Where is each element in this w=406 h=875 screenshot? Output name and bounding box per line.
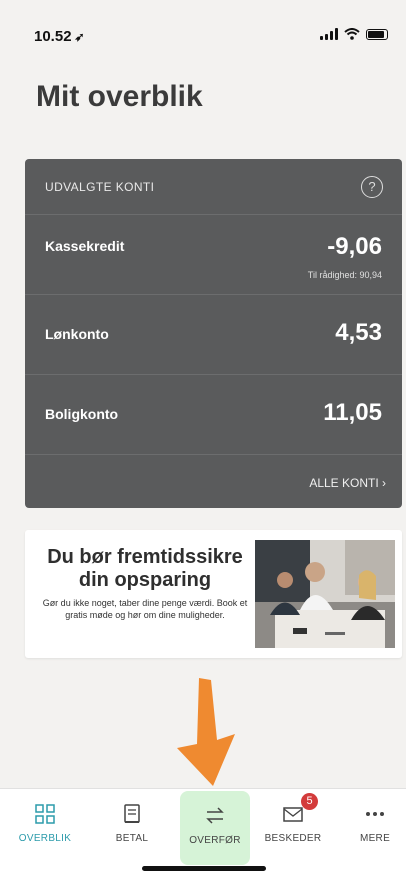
tab-betal[interactable]: BETAL xyxy=(97,789,167,859)
tab-overfor[interactable]: OVERFØR xyxy=(180,791,250,865)
account-available: Til rådighed: 90,94 xyxy=(307,270,382,280)
unread-badge: 5 xyxy=(301,793,318,810)
receipt-icon xyxy=(124,804,140,823)
status-icons xyxy=(320,28,388,40)
promo-banner[interactable]: Du bør fremtidssikre din opsparing Gør d… xyxy=(25,530,402,658)
status-bar: 10.52 ➶ xyxy=(0,0,406,60)
envelope-icon xyxy=(283,807,303,822)
account-row-lonkonto[interactable]: Lønkonto 4,53 xyxy=(25,295,402,375)
promo-photo xyxy=(255,540,395,648)
home-indicator[interactable] xyxy=(142,866,266,871)
wifi-icon xyxy=(344,28,360,40)
account-amount: -9,06 xyxy=(327,233,382,260)
tab-label: OVERBLIK xyxy=(18,833,72,844)
accounts-card: UDVALGTE KONTI ? Kassekredit -9,06 Til r… xyxy=(25,159,402,508)
account-name: Lønkonto xyxy=(45,326,109,342)
tab-overblik[interactable]: OVERBLIK xyxy=(10,789,80,859)
tab-beskeder[interactable]: 5 BESKEDER xyxy=(258,789,328,859)
account-name: Kassekredit xyxy=(45,238,125,254)
promo-title: Du bør fremtidssikre din opsparing xyxy=(47,546,243,591)
pointer-arrow xyxy=(177,678,235,786)
location-icon: ➶ xyxy=(74,30,85,44)
page-title: Mit overblik xyxy=(36,80,203,113)
accounts-card-header: UDVALGTE KONTI ? xyxy=(25,159,402,215)
more-icon xyxy=(366,812,384,816)
promo-body: Gør du ikke noget, taber dine penge værd… xyxy=(42,598,248,620)
tab-mere[interactable]: MERE xyxy=(340,789,406,859)
account-amount: 11,05 xyxy=(323,399,382,426)
tab-label: BESKEDER xyxy=(264,833,322,844)
signal-icon xyxy=(320,28,338,40)
tab-bar: OVERBLIK BETAL OVERFØR 5 BESKEDER MERE xyxy=(0,788,406,875)
tab-label: BETAL xyxy=(115,833,149,844)
account-amount: 4,53 xyxy=(335,319,382,346)
status-time: 10.52 ➶ xyxy=(34,28,85,45)
all-accounts-link[interactable]: ALLE KONTI › xyxy=(309,476,386,490)
tab-label: MERE xyxy=(359,833,391,844)
tab-label: OVERFØR xyxy=(189,835,241,846)
accounts-header-label: UDVALGTE KONTI xyxy=(45,180,155,194)
account-name: Boligkonto xyxy=(45,406,119,422)
grid-icon xyxy=(35,804,55,824)
battery-icon xyxy=(366,28,388,40)
account-row-boligkonto[interactable]: Boligkonto 11,05 xyxy=(25,375,402,455)
help-icon[interactable]: ? xyxy=(361,176,383,198)
clock-text: 10.52 xyxy=(34,28,72,45)
promo-text: Du bør fremtidssikre din opsparing Gør d… xyxy=(31,546,259,621)
account-row-kassekredit[interactable]: Kassekredit -9,06 Til rådighed: 90,94 xyxy=(25,215,402,295)
transfer-icon xyxy=(206,807,224,824)
